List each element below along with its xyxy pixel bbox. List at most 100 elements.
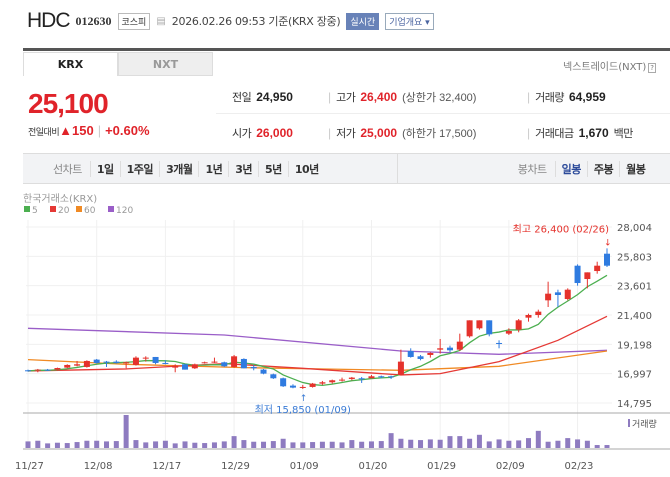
volume-bar (280, 438, 286, 448)
volume-bar (555, 440, 561, 448)
help-icon[interactable]: ? (648, 63, 656, 73)
value-amount: 1,670 (578, 126, 609, 140)
volume-bar (74, 442, 80, 448)
period-1[interactable]: 1주일 (119, 160, 159, 177)
candle-body (152, 356, 159, 363)
period-4[interactable]: 3년 (228, 160, 258, 177)
prev-value: 24,950 (256, 90, 293, 104)
volume-bar (545, 441, 551, 448)
candle-body (162, 362, 169, 364)
candle-body (319, 382, 326, 384)
lower-limit: (하한가 17,500) (402, 128, 477, 140)
candle-body (388, 376, 395, 378)
period-5[interactable]: 5년 (258, 160, 288, 177)
candle-body (182, 364, 189, 370)
candle-body (427, 352, 434, 355)
value-label: 거래대금 (535, 127, 574, 140)
y-tick-label: 16,997 (617, 370, 652, 381)
candle-period-1[interactable]: 주봉 (586, 160, 619, 177)
candle-chart-label: 봉차트 (517, 162, 547, 176)
volume-bar (202, 443, 208, 448)
candle-body (83, 360, 90, 367)
candle-body (437, 348, 444, 350)
day-high: | 고가 26,400 (상한가 32,400) (328, 90, 477, 104)
y-tick-label: 21,400 (617, 311, 652, 322)
stock-chart[interactable]: 한국거래소(KRX)5 20 60 120 28,004 25,803 23,601 21,4… (0, 190, 670, 477)
period-2[interactable]: 3개월 (159, 160, 198, 177)
legend-swatch (24, 206, 30, 212)
candle-body (250, 366, 257, 369)
period-6[interactable]: 10년 (287, 160, 325, 177)
volume-bar (378, 441, 384, 448)
nextrade-label: 넥스트레이드(NXT) (563, 62, 647, 73)
volume-bar (467, 438, 473, 448)
price-change: 전일대비▲150 | +0.60% (28, 123, 150, 138)
candle-body (417, 356, 424, 359)
volume-bar (45, 443, 51, 448)
volume-bar (329, 441, 335, 448)
candle-body (348, 377, 355, 379)
line-chart-label: 선차트 (53, 162, 82, 176)
datetime-basis: 기준(KRX 장중) (268, 15, 341, 28)
datetime: 2026.02.26 09:53 기준(KRX 장중) (172, 13, 341, 29)
candle-body (260, 369, 267, 374)
volume-bar (54, 442, 60, 448)
candle-body (172, 365, 179, 368)
day-low: | 저가 25,000 (하한가 17,500) (328, 126, 477, 140)
volume-bar (427, 439, 433, 448)
volume-bar (604, 445, 610, 448)
candle-period-0[interactable]: 일봉 (554, 160, 587, 177)
candle-body (339, 379, 346, 381)
candle-body (289, 385, 296, 388)
calendar-icon: ▤ (156, 15, 166, 27)
candle-body (201, 362, 208, 364)
candle-body (554, 292, 561, 296)
high-label: 고가 (336, 91, 356, 104)
candle-body (123, 362, 130, 364)
y-tick-label: 28,004 (617, 223, 652, 234)
legend-label: 20 (58, 206, 70, 216)
candle-body (231, 356, 238, 367)
x-tick-label: 02/09 (496, 461, 525, 472)
volume-bar (211, 442, 217, 448)
volume-bar (359, 441, 365, 448)
tab-nxt[interactable]: NXT (118, 52, 213, 76)
candle-body (74, 364, 81, 366)
volume-bar (525, 438, 531, 448)
candle-body (515, 320, 522, 330)
open-label: 시가 (232, 127, 252, 140)
period-0[interactable]: 1일 (89, 160, 120, 177)
prev-label: 전일 (232, 91, 252, 104)
volume-legend-label: 거래량 (632, 418, 657, 430)
volume-bar (575, 439, 581, 448)
tab-krx[interactable]: KRX (23, 52, 118, 76)
candle-body (299, 386, 306, 388)
high-annotation: 최고 26,400 (02/26) (513, 223, 609, 235)
low-label: 저가 (336, 127, 356, 140)
legend-swatch (76, 206, 82, 212)
realtime-badge[interactable]: 실시간 (346, 12, 380, 30)
nextrade-link[interactable]: 넥스트레이드(NXT)? (563, 58, 656, 73)
volume-legend-swatch (628, 419, 630, 427)
candle-body (525, 314, 532, 318)
chart-title: 한국거래소(KRX) (23, 193, 97, 205)
change-label: 전일대비 (28, 128, 60, 138)
volume-bar (25, 441, 31, 448)
period-3[interactable]: 1년 (198, 160, 228, 177)
x-tick-label: 01/09 (290, 461, 319, 472)
value-unit: 백만 (613, 127, 634, 140)
candle-body (142, 357, 149, 359)
upper-limit: (상한가 32,400) (402, 92, 477, 104)
volume-bar (84, 440, 90, 448)
up-arrow-icon: ▲ (59, 123, 72, 138)
up-arrow-icon: ↑ (300, 394, 308, 404)
candle-period-2[interactable]: 월봉 (619, 160, 651, 177)
volume-bar (506, 440, 512, 448)
volume-bar (231, 436, 237, 448)
legend-label: 60 (84, 206, 96, 216)
company-overview-button[interactable]: 기업개요 ▾ (385, 12, 434, 30)
candle-body (93, 359, 100, 363)
candle-body (564, 289, 571, 300)
market-badge: 코스피 (117, 12, 151, 30)
candle-body (329, 380, 336, 383)
